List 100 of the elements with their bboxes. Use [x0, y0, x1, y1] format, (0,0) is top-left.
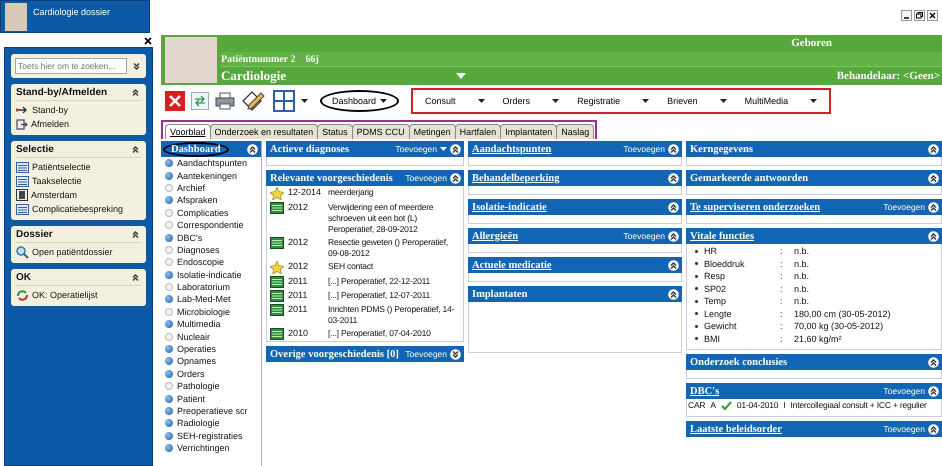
collapse-icon[interactable] [928, 356, 939, 368]
radio-dot[interactable] [165, 172, 173, 180]
search-field[interactable]: Toets hier om te zoeken... [15, 58, 127, 74]
radio-dot[interactable] [165, 159, 173, 168]
add-link[interactable]: Toevoegen [883, 424, 925, 434]
expand-icon[interactable] [131, 60, 142, 72]
tab[interactable]: PDMS CCU [352, 124, 410, 139]
sidebar-item[interactable]: OK: Operatielijst [32, 290, 98, 300]
taskbar-button[interactable]: Cardiologie dossier [0, 0, 150, 33]
dashboard-item[interactable]: Aantekeningen [177, 170, 238, 181]
radio-dot[interactable] [165, 270, 173, 279]
radio-dot[interactable] [165, 234, 173, 242]
dashboard-item[interactable]: Complicaties [177, 208, 229, 218]
dashboard-item[interactable]: Opnames [177, 356, 216, 366]
radio-dot[interactable] [165, 308, 173, 316]
panel-title-link[interactable]: Laatste beleidsorder [690, 424, 782, 434]
dashboard-item[interactable]: Operaties [177, 344, 216, 354]
sidebar-item[interactable]: Taakselectie [32, 176, 82, 186]
dashboard-item[interactable]: Aandachtspunten [177, 158, 248, 168]
collapse-icon[interactable] [668, 260, 679, 270]
collapse-icon[interactable] [450, 144, 461, 154]
caret-icon[interactable] [440, 147, 447, 151]
radio-dot[interactable] [165, 357, 173, 366]
panel-title-link[interactable]: Allergieën [472, 230, 518, 242]
collapse-icon[interactable] [928, 424, 939, 434]
collapse-icon[interactable] [450, 172, 461, 184]
menu-button[interactable]: Orders [496, 94, 566, 108]
minimize-icon[interactable] [901, 10, 912, 21]
swap-icon[interactable] [191, 92, 209, 110]
menu-button[interactable]: Registratie [571, 94, 656, 108]
collapse-icon[interactable] [130, 144, 141, 155]
dashboard-item[interactable]: Correspondentie [177, 220, 244, 230]
tab[interactable]: Hartfalen [454, 124, 502, 139]
dashboard-item[interactable]: Multimedia [177, 319, 221, 330]
dashboard-item[interactable]: Patiënt [177, 394, 206, 404]
add-link[interactable]: Toevoegen [883, 202, 925, 212]
sidebar-item[interactable]: Patiëntselectie [32, 162, 91, 172]
dashboard-item[interactable]: Archief [177, 182, 206, 193]
dashboard-item[interactable]: Microbiologie [177, 306, 230, 317]
radio-dot[interactable] [165, 184, 173, 192]
radio-dot[interactable] [165, 370, 173, 378]
dashboard-item[interactable]: Endoscopie [177, 257, 224, 268]
collapse-icon[interactable] [928, 386, 939, 396]
panel-title-link[interactable]: Vitale functies [690, 230, 754, 242]
menu-button[interactable]: MultiMedia [738, 94, 824, 108]
dashboard-item[interactable]: Pathologie [177, 381, 220, 392]
sidebar-item[interactable]: Stand-by [32, 105, 68, 115]
collapse-icon[interactable] [130, 229, 141, 240]
radio-dot[interactable] [165, 432, 173, 440]
radio-dot[interactable] [165, 407, 173, 415]
radio-dot[interactable] [165, 258, 173, 266]
collapse-icon[interactable] [668, 230, 679, 242]
restore-icon[interactable] [914, 10, 925, 21]
dashboard-item[interactable]: Radiologie [177, 418, 220, 428]
add-link[interactable]: Toevoegen [623, 231, 665, 241]
dashboard-item[interactable]: DBC's [177, 232, 202, 243]
add-link[interactable]: Toevoegen [395, 144, 437, 154]
sidebar-item[interactable]: Amsterdam [31, 190, 78, 200]
radio-dot[interactable] [165, 208, 173, 217]
radio-dot[interactable] [165, 444, 173, 452]
menu-button[interactable]: Consult [419, 94, 491, 108]
radio-dot[interactable] [165, 419, 173, 428]
panel-title-link[interactable]: Actuele medicatie [472, 260, 552, 270]
dashboard-item[interactable]: Isolatie-indicatie [177, 270, 242, 280]
radio-dot[interactable] [165, 394, 173, 403]
dashboard-item[interactable]: Diagnoses [177, 244, 220, 255]
radio-dot[interactable] [165, 246, 173, 254]
radio-dot[interactable] [165, 283, 173, 292]
dashboard-item[interactable]: Lab-Med-Met [177, 294, 231, 304]
dashboard-item[interactable]: Afspraken [177, 195, 218, 206]
sidebar-item[interactable]: Afmelden [31, 119, 70, 129]
collapse-icon[interactable] [928, 230, 939, 242]
tab[interactable]: Metingen [408, 124, 456, 139]
menu-button[interactable]: Brieven [661, 94, 733, 108]
close-icon[interactable] [927, 10, 938, 21]
tab[interactable]: Status [317, 124, 353, 139]
radio-dot[interactable] [165, 295, 173, 304]
add-link[interactable]: Toevoegen [623, 144, 665, 154]
dashboard-item[interactable]: SEH-registraties [177, 430, 243, 441]
grid-icon[interactable] [273, 90, 295, 112]
tab[interactable]: Naslag [556, 124, 594, 139]
radio-dot[interactable] [165, 196, 173, 204]
dashboard-item[interactable]: Laboratorium [177, 282, 230, 292]
close-icon[interactable] [144, 37, 152, 45]
tab[interactable]: Implantaten [500, 124, 558, 139]
dashboard-item[interactable]: Preoperatieve scr [177, 406, 248, 416]
radio-dot[interactable] [165, 345, 173, 354]
dashboard-item[interactable]: Nucleair [177, 332, 210, 342]
dashboard-button[interactable]: Dashboard [320, 90, 400, 112]
collapse-icon[interactable] [130, 87, 141, 98]
tab[interactable]: Onderzoek en resultaten [210, 124, 318, 139]
radio-dot[interactable] [165, 382, 173, 390]
panel-title-link[interactable]: Te superviseren onderzoeken [690, 202, 820, 212]
dashboard-item[interactable]: Orders [177, 368, 205, 379]
add-link[interactable]: Toevoegen [883, 386, 925, 396]
panel-title-link[interactable]: Behandelbeperking [472, 172, 560, 184]
pencil-icon[interactable] [241, 90, 267, 112]
collapse-icon[interactable] [668, 172, 679, 184]
add-link[interactable]: Toevoegen [405, 349, 447, 359]
collapse-icon[interactable] [668, 202, 679, 212]
